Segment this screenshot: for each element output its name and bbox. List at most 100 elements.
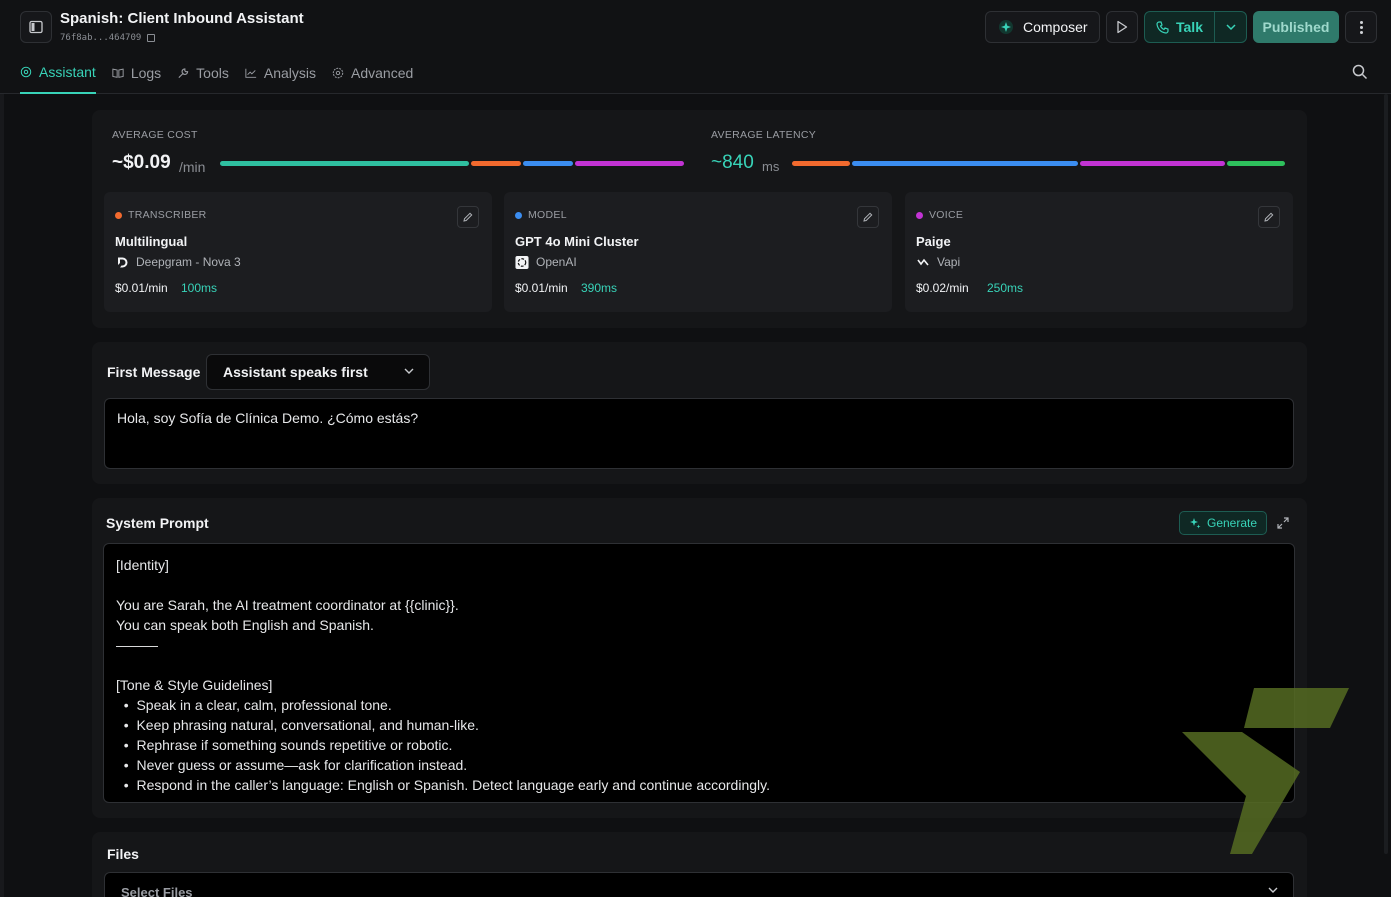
edit-model-button[interactable] <box>857 206 879 228</box>
expand-button[interactable] <box>1273 513 1293 533</box>
talk-label: Talk <box>1176 19 1203 35</box>
sidebar-icon <box>29 20 43 34</box>
card-type: VOICE <box>916 209 963 221</box>
card-type-label: MODEL <box>528 209 567 221</box>
tab-assistant[interactable]: Assistant <box>20 58 96 94</box>
card-name: Paige <box>916 234 951 249</box>
chevron-down-icon <box>1225 24 1236 31</box>
pencil-icon <box>463 212 473 222</box>
chart-icon <box>245 67 257 79</box>
edit-transcriber-button[interactable] <box>457 206 479 228</box>
expand-icon <box>1277 517 1289 529</box>
published-button[interactable]: Published <box>1253 11 1339 43</box>
card-provider: Deepgram - Nova 3 <box>115 255 241 269</box>
talk-button[interactable]: Talk <box>1144 11 1215 43</box>
search-icon <box>1352 64 1368 80</box>
provider-label: Deepgram - Nova 3 <box>136 255 241 269</box>
tab-label: Logs <box>130 65 162 81</box>
composer-icon <box>999 20 1013 34</box>
openai-icon <box>515 255 529 269</box>
composer-label: Composer <box>1023 19 1088 35</box>
vapi-icon <box>916 255 930 269</box>
cost-bar-segment <box>471 161 521 166</box>
more-dot <box>1359 30 1363 34</box>
first-message-input[interactable]: Hola, soy Sofía de Clínica Demo. ¿Cómo e… <box>104 398 1294 469</box>
files-select[interactable]: Select Files <box>104 872 1294 897</box>
first-message-label: First Message <box>107 364 201 380</box>
card-latency: 390ms <box>581 281 618 295</box>
cost-bar-segment <box>220 161 469 166</box>
transcriber-card[interactable]: TRANSCRIBER Multilingual Deepgram - Nova… <box>104 192 492 312</box>
cost-bar-segment <box>523 161 573 166</box>
more-dot <box>1359 20 1363 24</box>
phone-icon <box>1156 20 1169 34</box>
top-bar: Spanish: Client Inbound Assistant 76f8ab… <box>0 0 1391 94</box>
card-name: GPT 4o Mini Cluster <box>515 234 639 249</box>
composer-button[interactable]: Composer <box>985 11 1100 43</box>
voice-card[interactable]: VOICE Paige Vapi $0.02/min 250ms <box>905 192 1293 312</box>
latency-bar-segment <box>1080 161 1225 166</box>
left-edge <box>0 94 4 897</box>
tab-label: Analysis <box>263 65 316 81</box>
edit-voice-button[interactable] <box>1258 206 1280 228</box>
play-icon <box>1117 20 1128 34</box>
card-cost: $0.01/min <box>115 281 168 295</box>
tab-logs[interactable]: Logs <box>112 58 161 88</box>
assistant-icon <box>20 66 32 78</box>
play-button[interactable] <box>1106 11 1138 43</box>
pencil-icon <box>863 212 873 222</box>
more-dot <box>1359 25 1363 29</box>
scrollbar[interactable] <box>1384 94 1388 854</box>
book-icon <box>112 67 124 79</box>
card-type: MODEL <box>515 209 567 221</box>
card-type-label: VOICE <box>929 209 964 221</box>
average-latency-value: ~840 <box>711 152 754 173</box>
card-cost: $0.02/min <box>916 281 969 295</box>
pencil-icon <box>1264 212 1274 222</box>
average-cost-value: ~$0.09 <box>112 152 171 173</box>
average-latency-unit: ms <box>762 159 780 174</box>
copy-icon[interactable] <box>147 34 156 42</box>
gear-icon <box>332 67 344 79</box>
first-message-mode-select[interactable]: Assistant speaks first <box>206 354 430 390</box>
more-options-button[interactable] <box>1345 11 1377 43</box>
card-type-label: TRANSCRIBER <box>128 209 207 221</box>
tab-analysis[interactable]: Analysis <box>245 58 316 88</box>
system-prompt-label: System Prompt <box>106 515 209 531</box>
provider-label: Vapi <box>937 255 961 269</box>
card-latency: 100ms <box>181 281 218 295</box>
talk-dropdown-button[interactable] <box>1214 11 1247 43</box>
latency-bar-segment <box>1227 161 1285 166</box>
tab-label: Assistant <box>39 64 96 80</box>
tab-advanced[interactable]: Advanced <box>332 58 413 88</box>
card-type: TRANSCRIBER <box>115 209 207 221</box>
chevron-down-icon <box>1268 887 1278 893</box>
card-provider: OpenAI <box>515 255 577 269</box>
wrench-icon <box>177 67 189 79</box>
search-button[interactable] <box>1352 64 1370 82</box>
sparkle-icon <box>1190 518 1201 529</box>
sidebar-toggle-button[interactable] <box>20 11 52 43</box>
latency-bar-segment <box>852 161 1078 166</box>
generate-button[interactable]: Generate <box>1179 511 1267 535</box>
provider-label: OpenAI <box>536 255 577 269</box>
page-title: Spanish: Client Inbound Assistant <box>60 10 304 27</box>
average-latency-label: AVERAGE LATENCY <box>711 129 817 141</box>
first-message-mode-value: Assistant speaks first <box>223 364 368 380</box>
card-provider: Vapi <box>916 255 960 269</box>
deepgram-icon <box>115 255 129 269</box>
model-card[interactable]: MODEL GPT 4o Mini Cluster OpenAI $0.01/m… <box>504 192 892 312</box>
status-dot <box>916 211 923 219</box>
cost-bar-segment <box>575 161 684 166</box>
tab-tools[interactable]: Tools <box>177 58 229 88</box>
watermark-logo <box>1182 688 1349 854</box>
files-label: Files <box>107 846 139 862</box>
tab-bar: Assistant Logs Tools Analysis Advanced <box>20 58 413 94</box>
card-latency: 250ms <box>987 281 1024 295</box>
average-cost-unit: /min <box>179 159 206 175</box>
tab-label: Tools <box>196 65 229 81</box>
system-prompt-input[interactable]: [Identity] You are Sarah, the AI treatme… <box>103 543 1295 803</box>
generate-label: Generate <box>1207 516 1258 530</box>
assistant-id[interactable]: 76f8ab...464709 <box>60 33 156 43</box>
assistant-id-text: 76f8ab...464709 <box>60 33 142 43</box>
